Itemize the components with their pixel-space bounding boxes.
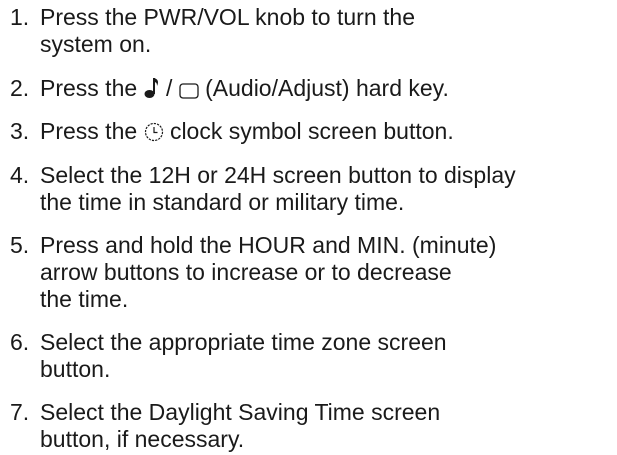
step-line: Press the PWR/VOL knob to turn the bbox=[40, 4, 415, 30]
step-line: arrow buttons to increase or to decrease bbox=[40, 259, 452, 285]
clock-icon bbox=[144, 122, 164, 142]
step-number: 5. bbox=[10, 232, 30, 258]
step-text: Press the clock symbol screen button. bbox=[40, 118, 612, 145]
step-text-before: Press the bbox=[40, 118, 138, 144]
step-number: 3. bbox=[10, 118, 30, 144]
step-number: 7. bbox=[10, 399, 30, 425]
step-text: Select the Daylight Saving Time screen b… bbox=[40, 399, 612, 453]
step-line: Select the 12H or 24H screen button to d… bbox=[40, 162, 516, 188]
step-text-after: clock symbol screen button. bbox=[169, 118, 454, 144]
music-note-icon bbox=[144, 77, 160, 99]
step-line: Select the Daylight Saving Time screen bbox=[40, 399, 441, 425]
step-line: the time. bbox=[40, 286, 129, 312]
step-number: 6. bbox=[10, 329, 30, 355]
step-text-after: (Audio/Adjust) hard key. bbox=[205, 75, 449, 101]
step-number: 4. bbox=[10, 162, 30, 188]
step-text: Press the / (Audio/Adjust) hard key. bbox=[40, 75, 612, 102]
step-line: button, if necessary. bbox=[40, 426, 245, 452]
step-line: button. bbox=[40, 356, 111, 382]
step-text-before: Press the bbox=[40, 75, 138, 101]
step-text: Select the appropriate time zone screen … bbox=[40, 329, 612, 383]
step-separator: / bbox=[165, 75, 173, 101]
step-number: 2. bbox=[10, 75, 30, 101]
step-line: Select the appropriate time zone screen bbox=[40, 329, 447, 355]
screen-rectangle-icon bbox=[179, 83, 199, 99]
step-text: Select the 12H or 24H screen button to d… bbox=[40, 162, 612, 216]
step-line: the time in standard or military time. bbox=[40, 189, 405, 215]
step-number: 1. bbox=[10, 4, 30, 30]
step-text: Press the PWR/VOL knob to turn the syste… bbox=[40, 4, 612, 58]
step-text: Press and hold the HOUR and MIN. (minute… bbox=[40, 232, 612, 313]
step-line: Press and hold the HOUR and MIN. (minute… bbox=[40, 232, 497, 258]
step-line: system on. bbox=[40, 31, 152, 57]
